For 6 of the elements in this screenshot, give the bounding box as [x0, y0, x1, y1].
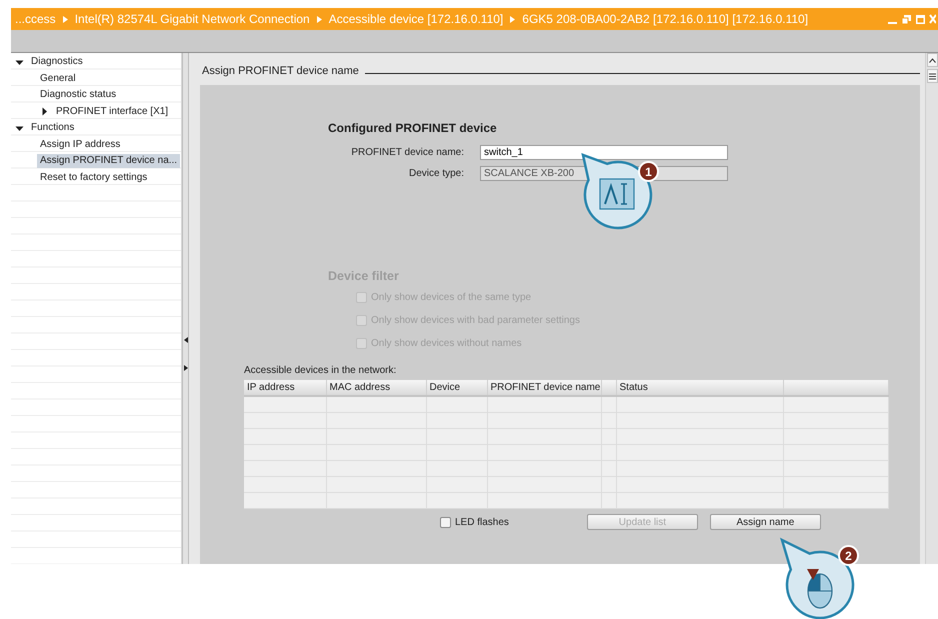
section-title: Assign PROFINET device name [202, 65, 359, 77]
field-label: PROFINET device name: [350, 147, 464, 158]
group-heading: Configured PROFINET device [328, 121, 498, 135]
field-label: Device type: [408, 168, 464, 179]
table-caption: Accessible devices in the network: [244, 365, 398, 376]
checkbox-label: LED flashes [455, 516, 509, 528]
